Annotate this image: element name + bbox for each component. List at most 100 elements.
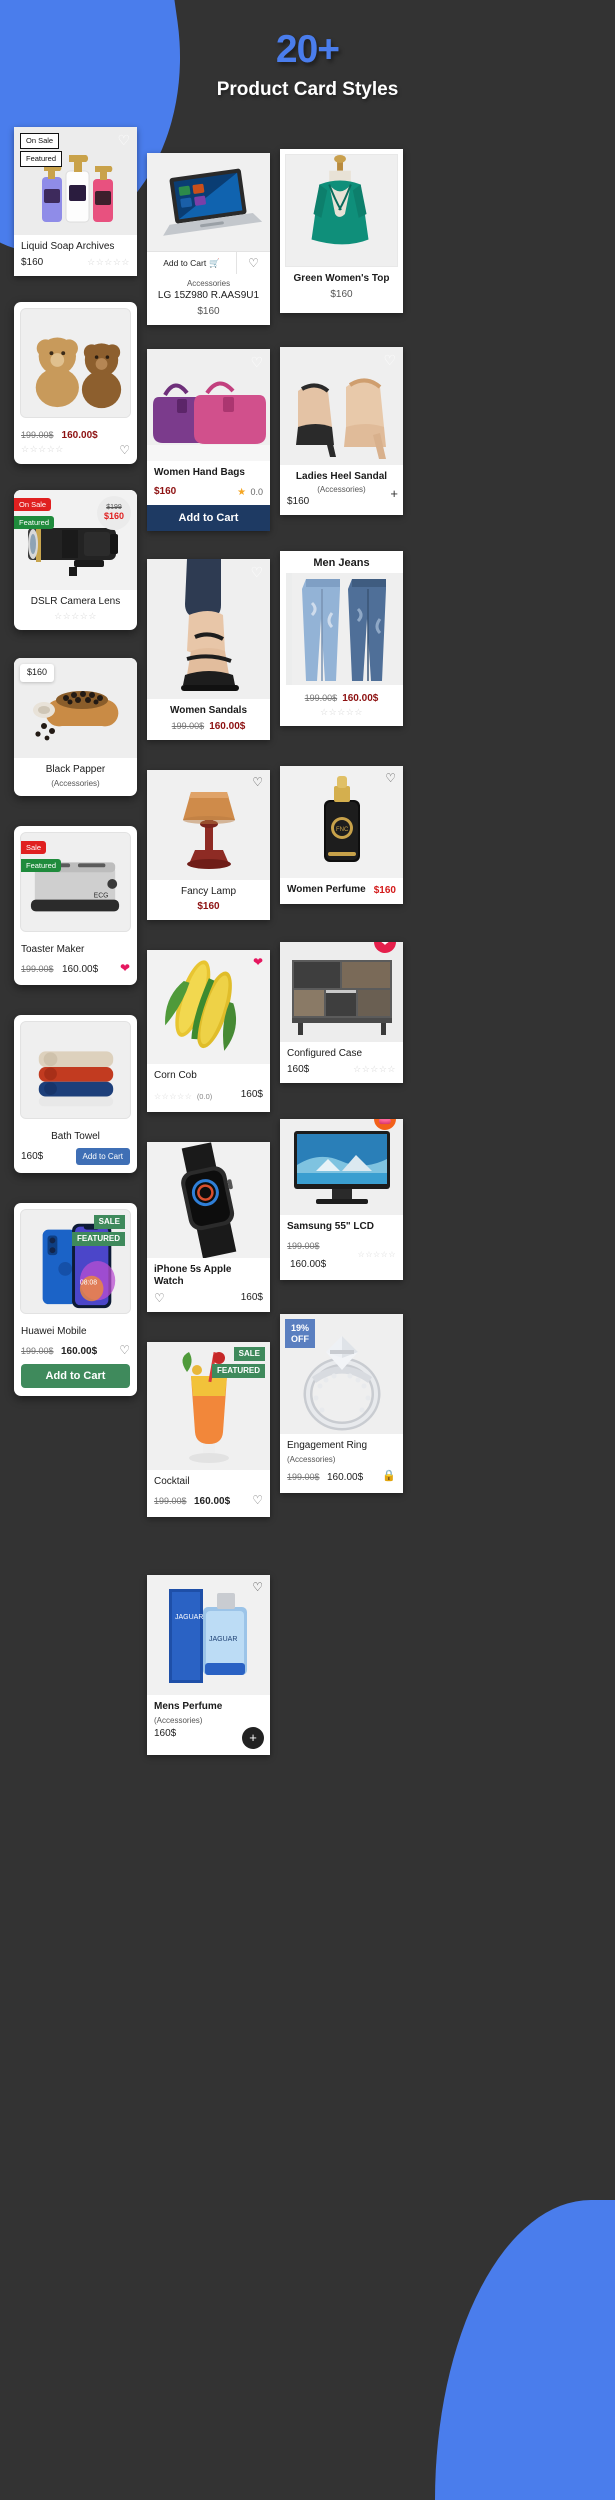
plus-circle-icon[interactable]: +	[242, 1727, 264, 1749]
heart-outline-icon[interactable]: ♡	[385, 772, 396, 784]
plus-icon[interactable]: +	[390, 486, 398, 501]
heart-outline-icon[interactable]: ♡	[119, 444, 130, 456]
heart-outline-icon[interactable]: ♡	[383, 353, 396, 367]
add-to-cart-label: Add to Cart	[163, 258, 206, 268]
price-rating-row: $160 ★ 0.0	[154, 482, 263, 500]
product-title: Samsung 55" LCD	[287, 1221, 396, 1234]
product-old-price: 199.00$	[172, 721, 205, 731]
product-price: 160$	[287, 1064, 309, 1075]
product-card-liquid-soap[interactable]: On Sale Featured ♡ Liquid Soap Archives …	[14, 127, 137, 276]
product-card-engagement-ring[interactable]: 19% OFF Engagement Ring (Accessories) 19…	[280, 1314, 403, 1493]
column-right: Green Women's Top $160 ♡	[280, 131, 403, 1507]
heart-filled-icon[interactable]: ❤	[120, 962, 130, 974]
product-image-laptop	[147, 153, 270, 251]
product-card-green-top[interactable]: Green Women's Top $160	[280, 149, 403, 313]
product-info-black-papper: Black Papper (Accessories)	[14, 758, 137, 796]
add-to-cart-button[interactable]: Add to Cart	[147, 505, 270, 531]
product-info-handbags: Women Hand Bags $160 ★ 0.0 Add to Cart	[147, 461, 270, 532]
rating-stars[interactable]: ☆☆☆☆☆	[358, 1250, 396, 1259]
product-price: $160	[154, 486, 176, 497]
rating-stars[interactable]: ☆☆☆☆☆	[21, 444, 64, 455]
product-old-price: 199.00$	[287, 1241, 320, 1251]
bath-towel-illustration	[21, 1022, 130, 1118]
product-category: (Accessories)	[287, 485, 396, 494]
product-title: iPhone 5s Apple Watch	[154, 1264, 263, 1289]
heart-outline-icon: ♡	[248, 257, 259, 269]
product-category: (Accessories)	[21, 779, 130, 788]
price-group: 199.00$ 160.00$	[21, 959, 98, 977]
product-card-teddy[interactable]: 199.00$ 160.00$ ☆☆☆☆☆ ♡	[14, 302, 137, 464]
rating-group: ☆☆☆☆☆ (0.0)	[154, 1086, 212, 1104]
product-card-women-sandals[interactable]: ♡ Women Sandals 199.00$ 160.00$	[147, 559, 270, 740]
product-title: Fancy Lamp	[154, 886, 263, 899]
heart-outline-icon[interactable]: ♡	[119, 1344, 130, 1356]
product-card-laptop[interactable]: Add to Cart 🛒 ♡ Accessories LG 15Z980 R.…	[147, 153, 270, 325]
product-card-handbags[interactable]: ♡ Women Hand Bags $160 ★ 0.0 Add to Cart	[147, 349, 270, 532]
product-category: (Accessories)	[154, 1716, 263, 1725]
rating-stars[interactable]: ☆☆☆☆☆	[154, 1092, 192, 1101]
price-rating-row: 199.00$ 160.00$ ☆☆☆☆☆	[287, 1236, 396, 1272]
product-card-samsung-lcd[interactable]: 👛 Samsung 55" LCD 199.00$ 160.00$ ☆☆☆☆☆	[280, 1119, 403, 1281]
product-price: $160	[287, 496, 396, 507]
product-card-corn-cob[interactable]: ❤ Corn Cob ☆☆☆☆☆ (0.0) 160$	[147, 950, 270, 1112]
rating-stars[interactable]: ☆☆☆☆☆	[353, 1064, 396, 1075]
product-image-apple-watch	[147, 1142, 270, 1258]
price-row: 199.00$ 160.00$ ❤	[21, 959, 130, 977]
product-card-fancy-lamp[interactable]: ♡ Fancy Lamp $160	[147, 770, 270, 921]
rating-stars[interactable]: ☆☆☆☆☆	[287, 707, 396, 718]
product-category: Accessories	[154, 279, 263, 288]
product-title: Black Papper	[21, 764, 130, 777]
product-price: $160	[21, 257, 43, 268]
heart-outline-icon[interactable]: ♡	[250, 355, 263, 369]
rating-stars[interactable]: ☆☆☆☆☆	[87, 257, 130, 268]
heart-filled-icon[interactable]: ❤	[253, 956, 263, 968]
product-card-apple-watch[interactable]: iPhone 5s Apple Watch ♡ 160$	[147, 1142, 270, 1312]
title-price-row: Women Perfume $160	[287, 884, 396, 897]
product-price: $160	[154, 306, 263, 317]
product-card-heel-sandal[interactable]: ♡ Ladies Heel Sandal (Accessories) $160 …	[280, 347, 403, 516]
heart-outline-icon[interactable]: ♡	[252, 1494, 263, 1506]
product-info-men-jeans: 199.00$ 160.00$ ☆☆☆☆☆	[280, 685, 403, 726]
heart-outline-icon[interactable]: ♡	[252, 776, 263, 788]
product-old-price: $199	[106, 504, 122, 511]
product-card-black-papper[interactable]: $160 Black Papper (Accessories)	[14, 658, 137, 796]
heart-outline-icon[interactable]: ♡	[154, 1292, 165, 1304]
column-left: On Sale Featured ♡ Liquid Soap Archives …	[14, 127, 137, 1410]
rating-value: 0.0	[250, 487, 263, 497]
product-card-bath-towel[interactable]: Bath Towel 160$ Add to Cart	[14, 1015, 137, 1173]
badge-featured: FEATURED	[72, 1232, 125, 1246]
price-rating-row: $160 ☆☆☆☆☆	[21, 257, 130, 268]
svg-text:JAGUAR: JAGUAR	[175, 1614, 203, 1621]
product-card-configured-case[interactable]: ❤ Configured Case 160$ ☆☆☆☆☆	[280, 942, 403, 1083]
wishlist-button[interactable]: ♡	[236, 252, 270, 274]
product-card-women-perfume[interactable]: FNC ♡ Women Perfume $160	[280, 766, 403, 905]
product-image-black-papper: $160	[14, 658, 137, 758]
product-title: Green Women's Top	[292, 273, 391, 286]
product-info-apple-watch: iPhone 5s Apple Watch ♡ 160$	[147, 1258, 270, 1312]
rating-row: ☆☆☆☆☆ ♡	[21, 444, 130, 456]
product-price: 160.00$	[194, 1496, 230, 1507]
men-jeans-illustration	[286, 573, 403, 685]
add-to-cart-button[interactable]: Add to Cart	[76, 1148, 130, 1165]
add-to-cart-button[interactable]: Add to Cart	[21, 1364, 130, 1388]
price-row: 199.00$ 160.00$ ♡	[154, 1491, 263, 1509]
rating-stars[interactable]: ☆☆☆☆☆	[21, 611, 130, 622]
product-price: 160.00$	[290, 1259, 326, 1270]
heart-outline-icon[interactable]: ♡	[117, 133, 130, 147]
add-to-cart-button[interactable]: Add to Cart 🛒	[147, 252, 236, 274]
product-title: Women Hand Bags	[154, 467, 263, 480]
price-row: 199.00$ 160.00$ ♡	[21, 1341, 130, 1359]
product-card-cocktail[interactable]: SALE FEATURED Cocktail 199.00$ 160.00$ ♡	[147, 1342, 270, 1518]
product-price: 160.00$	[209, 721, 245, 732]
product-card-mens-perfume[interactable]: JAGUAR JAGUAR ♡ Mens Perfume (Accessorie…	[147, 1575, 270, 1755]
product-card-huawei[interactable]: 08:08 SALE FEATURED Huawei Mobile 199.00…	[14, 1203, 137, 1397]
lock-icon[interactable]: 🔒	[382, 1469, 396, 1482]
product-card-toaster[interactable]: ECG Sale Featured Toaster Maker 199.00$ …	[14, 826, 137, 986]
heart-outline-icon[interactable]: ♡	[252, 1581, 263, 1593]
badge-sale: SALE	[234, 1347, 265, 1361]
product-card-men-jeans[interactable]: Men Jeans 199.	[280, 551, 403, 726]
product-card-dslr[interactable]: On Sale Featured $199 $160 DSLR Camera L…	[14, 490, 137, 631]
badge-sale: SALE	[94, 1215, 125, 1229]
heart-outline-icon[interactable]: ♡	[250, 565, 263, 579]
apple-watch-illustration	[147, 1142, 270, 1258]
